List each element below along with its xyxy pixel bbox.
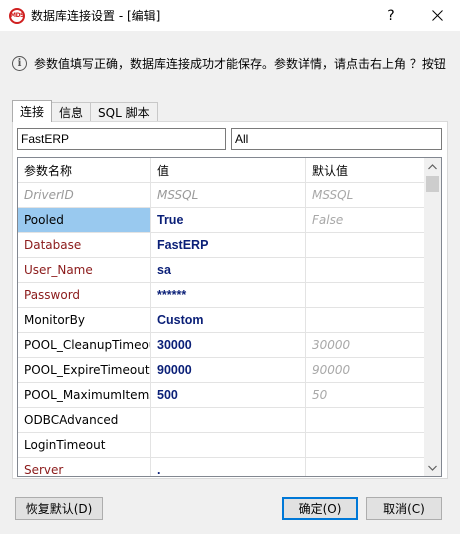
connection-name-field[interactable]: FastERP bbox=[17, 128, 226, 150]
param-value-cell[interactable]: sa bbox=[151, 258, 306, 282]
param-name-cell[interactable]: POOL_CleanupTimeout bbox=[18, 333, 151, 357]
header-default[interactable]: 默认值 bbox=[306, 158, 424, 182]
title-bar: MDS 数据库连接设置 - [编辑] ? bbox=[0, 0, 460, 31]
param-value-cell[interactable]: ****** bbox=[151, 283, 306, 307]
parameter-grid[interactable]: 参数名称 值 默认值 DriverID MSSQL MSSQL Pooled True F… bbox=[17, 157, 442, 477]
param-default-cell bbox=[306, 433, 424, 457]
close-button[interactable] bbox=[414, 0, 460, 31]
param-name-cell[interactable]: MonitorBy bbox=[18, 308, 151, 332]
param-default-cell bbox=[306, 233, 424, 257]
param-default-cell bbox=[306, 408, 424, 432]
param-name-cell[interactable]: LoginTimeout bbox=[18, 433, 151, 457]
parameter-row[interactable]: Password ****** bbox=[18, 283, 424, 308]
info-text: 参数值填写正确，数据库连接成功才能保存。参数详情，请点击右上角 ？按钮 bbox=[34, 56, 446, 71]
param-name-cell[interactable]: DriverID bbox=[18, 183, 151, 207]
vertical-scrollbar[interactable] bbox=[424, 158, 441, 476]
param-value-cell[interactable] bbox=[151, 433, 306, 457]
param-default-cell bbox=[306, 258, 424, 282]
parameter-row[interactable]: Pooled True False bbox=[18, 208, 424, 233]
param-default-cell: 30000 bbox=[312, 338, 351, 352]
app-logo-icon: MDS bbox=[9, 7, 25, 24]
param-default-cell: 90000 bbox=[312, 363, 351, 377]
parameter-row[interactable]: POOL_CleanupTimeout 30000 30000 bbox=[18, 333, 424, 358]
parameter-row[interactable]: Server. bbox=[18, 458, 424, 476]
param-value-cell[interactable]: . bbox=[151, 458, 306, 476]
param-name-cell[interactable]: ODBCAdvanced bbox=[18, 408, 151, 432]
tab-connection[interactable]: 连接 bbox=[12, 100, 53, 122]
parameter-row[interactable]: POOL_ExpireTimeout 90000 90000 bbox=[18, 358, 424, 383]
parameter-row[interactable]: POOL_MaximumItems 500 50 bbox=[18, 383, 424, 408]
parameter-row[interactable]: MonitorBy Custom bbox=[18, 308, 424, 333]
window-title: 数据库连接设置 - [编辑] bbox=[31, 9, 161, 23]
param-value-cell[interactable]: 30000 bbox=[151, 333, 306, 357]
parameter-row[interactable]: ODBCAdvanced bbox=[18, 408, 424, 433]
parameter-row[interactable]: DriverID MSSQL MSSQL bbox=[18, 183, 424, 208]
info-message: i 参数值填写正确，数据库连接成功才能保存。参数详情，请点击右上角 ？按钮 bbox=[12, 53, 446, 73]
param-default-cell: False bbox=[312, 213, 344, 227]
param-value-cell[interactable]: True bbox=[151, 208, 306, 232]
restore-defaults-button[interactable]: 恢复默认(D) bbox=[15, 497, 103, 520]
param-name-cell[interactable]: Pooled bbox=[18, 208, 151, 232]
param-name-cell[interactable]: Database bbox=[18, 233, 151, 257]
param-default-cell bbox=[306, 308, 424, 332]
param-value-cell[interactable]: FastERP bbox=[151, 233, 306, 257]
tab-info[interactable]: 信息 bbox=[51, 102, 92, 122]
close-icon bbox=[431, 10, 443, 21]
app-logo-text: MDS bbox=[10, 12, 24, 19]
param-default-cell bbox=[306, 283, 424, 307]
tab-sql-script[interactable]: SQL 脚本 bbox=[90, 102, 158, 122]
param-value-cell[interactable]: MSSQL bbox=[151, 183, 306, 207]
parameter-row[interactable]: LoginTimeout bbox=[18, 433, 424, 458]
grid-rows: DriverID MSSQL MSSQL Pooled True False Databas… bbox=[18, 183, 424, 476]
param-value-cell[interactable]: 90000 bbox=[151, 358, 306, 382]
grid-header-row: 参数名称 值 默认值 bbox=[18, 158, 424, 183]
help-button[interactable]: ? bbox=[368, 0, 414, 31]
param-name-cell[interactable]: Server bbox=[18, 458, 151, 476]
ok-button[interactable]: 确定(O) bbox=[282, 497, 358, 520]
param-name-cell[interactable]: User_Name bbox=[18, 258, 151, 282]
info-icon: i bbox=[12, 55, 27, 71]
param-value-cell[interactable]: 500 bbox=[151, 383, 306, 407]
param-default-cell bbox=[306, 458, 424, 476]
tab-bar: 连接 信息 SQL 脚本 bbox=[12, 100, 158, 122]
param-name-cell[interactable]: POOL_MaximumItems bbox=[18, 383, 151, 407]
param-value-cell[interactable]: Custom bbox=[151, 308, 306, 332]
header-value[interactable]: 值 bbox=[151, 158, 306, 182]
param-name-cell[interactable]: POOL_ExpireTimeout bbox=[18, 358, 151, 382]
scroll-down-arrow-icon[interactable] bbox=[424, 459, 441, 476]
param-default-cell: MSSQL bbox=[312, 188, 354, 202]
param-name-cell[interactable]: Password bbox=[18, 283, 151, 307]
filter-field[interactable]: All bbox=[231, 128, 442, 150]
param-value-cell[interactable] bbox=[151, 408, 306, 432]
param-default-cell: 50 bbox=[312, 388, 328, 402]
parameter-table: 参数名称 值 默认值 DriverID MSSQL MSSQL Pooled True F… bbox=[18, 158, 424, 476]
parameter-row[interactable]: User_Name sa bbox=[18, 258, 424, 283]
header-param-name[interactable]: 参数名称 bbox=[18, 158, 151, 182]
scroll-up-arrow-icon[interactable] bbox=[424, 158, 441, 175]
cancel-button[interactable]: 取消(C) bbox=[366, 497, 442, 520]
scrollbar-thumb[interactable] bbox=[426, 176, 439, 192]
parameter-row[interactable]: Database FastERP bbox=[18, 233, 424, 258]
